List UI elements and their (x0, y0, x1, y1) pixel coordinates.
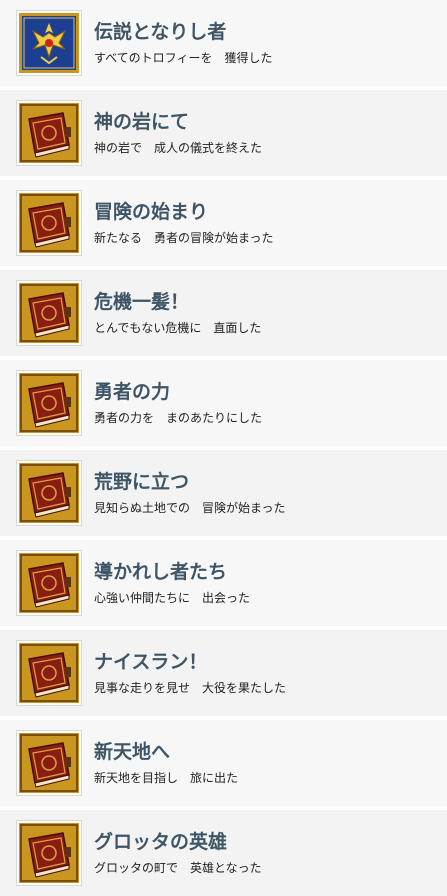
trophy-icon-frame (16, 100, 82, 166)
trophy-text: ナイスラン！ 見事な走りを見せ 大役を果たした (94, 650, 286, 696)
trophy-row[interactable]: 冒険の始まり 新たなる 勇者の冒険が始まった (0, 180, 447, 266)
trophy-description: 新天地を目指し 旅に出た (94, 771, 239, 785)
trophy-description: 見知らぬ土地での 冒険が始まった (94, 501, 286, 515)
trophy-title: グロッタの英雄 (94, 831, 228, 853)
trophy-description: 心強い仲間たちに 出会った (94, 591, 251, 605)
trophy-title: 勇者の力 (94, 381, 171, 403)
trophy-row[interactable]: 新天地へ 新天地を目指し 旅に出た (0, 720, 447, 806)
trophy-title: 危機一髪！ (94, 291, 190, 313)
trophy-description: 見事な走りを見せ 大役を果たした (94, 681, 287, 695)
dragon-quest-crest-icon (19, 13, 79, 73)
trophy-description: グロッタの町で 英雄となった (94, 861, 262, 875)
trophy-title: 冒険の始まり (94, 201, 209, 223)
trophy-text: 新天地へ 新天地を目指し 旅に出た (94, 740, 238, 786)
trophy-title: 荒野に立つ (94, 471, 190, 493)
trophy-text: 導かれし者たち 心強い仲間たちに 出会った (94, 560, 250, 606)
trophy-icon-frame (16, 550, 82, 616)
trophy-row[interactable]: ナイスラン！ 見事な走りを見せ 大役を果たした (0, 630, 447, 716)
red-book-icon (19, 553, 79, 613)
red-book-icon (19, 283, 79, 343)
trophy-description: 勇者の力を まのあたりにした (94, 411, 263, 425)
trophy-icon-frame (16, 640, 82, 706)
trophy-text: 伝説となりし者 すべてのトロフィーを 獲得した (94, 20, 272, 66)
red-book-icon (19, 463, 79, 523)
trophy-text: 神の岩にて 神の岩で 成人の儀式を終えた (94, 110, 262, 156)
trophy-icon-frame (16, 10, 82, 76)
trophy-row[interactable]: 荒野に立つ 見知らぬ土地での 冒険が始まった (0, 450, 447, 536)
trophy-row[interactable]: 神の岩にて 神の岩で 成人の儀式を終えた (0, 90, 447, 176)
trophy-text: 荒野に立つ 見知らぬ土地での 冒険が始まった (94, 470, 286, 516)
trophy-icon-frame (16, 190, 82, 256)
red-book-icon (19, 733, 79, 793)
trophy-description: 新たなる 勇者の冒険が始まった (94, 231, 274, 245)
trophy-title: 伝説となりし者 (94, 21, 227, 43)
trophy-title: ナイスラン！ (94, 651, 208, 673)
trophy-text: 冒険の始まり 新たなる 勇者の冒険が始まった (94, 200, 274, 246)
red-book-icon (19, 643, 79, 703)
trophy-row[interactable]: 勇者の力 勇者の力を まのあたりにした (0, 360, 447, 446)
trophy-icon-frame (16, 730, 82, 796)
trophy-title: 神の岩にて (94, 111, 190, 133)
trophy-row[interactable]: 導かれし者たち 心強い仲間たちに 出会った (0, 540, 447, 626)
trophy-text: 勇者の力 勇者の力を まのあたりにした (94, 380, 262, 426)
trophy-text: 危機一髪！ とんでもない危機に 直面した (94, 290, 261, 336)
red-book-icon (19, 193, 79, 253)
trophy-icon-frame (16, 370, 82, 436)
trophy-text: グロッタの英雄 グロッタの町で 英雄となった (94, 830, 262, 876)
trophy-row[interactable]: 危機一髪！ とんでもない危機に 直面した (0, 270, 447, 356)
red-book-icon (19, 823, 79, 883)
trophy-icon-frame (16, 460, 82, 526)
red-book-icon (19, 373, 79, 433)
trophy-description: すべてのトロフィーを 獲得した (94, 51, 273, 65)
trophy-description: 神の岩で 成人の儀式を終えた (94, 141, 263, 155)
trophy-icon-frame (16, 280, 82, 346)
trophy-title: 導かれし者たち (94, 561, 228, 583)
trophy-row[interactable]: グロッタの英雄 グロッタの町で 英雄となった (0, 810, 447, 896)
trophy-title: 新天地へ (94, 741, 171, 763)
trophy-icon-frame (16, 820, 82, 886)
trophy-description: とんでもない危機に 直面した (94, 321, 262, 335)
red-book-icon (19, 103, 79, 163)
trophy-row[interactable]: 伝説となりし者 すべてのトロフィーを 獲得した (0, 0, 447, 86)
trophy-list: 伝説となりし者 すべてのトロフィーを 獲得した 神の岩にて 神の岩で 成人の儀式… (0, 0, 447, 896)
